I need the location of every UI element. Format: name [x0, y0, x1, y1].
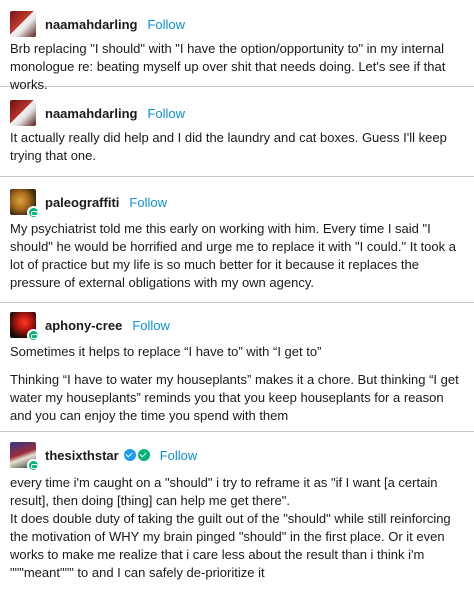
- blue-check-icon: [123, 449, 136, 461]
- username[interactable]: naamahdarling: [45, 17, 137, 32]
- post-header: naamahdarling Follow: [10, 99, 185, 127]
- creature-avatar[interactable]: [10, 189, 40, 219]
- post-body: Sometimes it helps to replace “I have to…: [10, 343, 466, 425]
- post-header: naamahdarling Follow: [10, 10, 185, 38]
- post-3: paleograffiti Follow My psychiatrist tol…: [0, 177, 474, 303]
- post-text: It actually really did help and I did th…: [10, 130, 447, 163]
- post-text: My psychiatrist told me this early on wo…: [10, 221, 456, 290]
- dog-avatar[interactable]: [10, 100, 36, 126]
- post-body: My psychiatrist told me this early on wo…: [10, 220, 466, 292]
- post-body: every time i'm caught on a "should" i tr…: [10, 474, 466, 582]
- reblog-badge-icon: [27, 459, 40, 472]
- follow-button[interactable]: Follow: [147, 106, 185, 121]
- character-avatar[interactable]: [10, 442, 40, 472]
- follow-button[interactable]: Follow: [160, 448, 198, 463]
- username[interactable]: naamahdarling: [45, 106, 137, 121]
- username[interactable]: aphony-cree: [45, 318, 122, 333]
- post-text: Brb replacing "I should" with "I have th…: [10, 41, 446, 92]
- post-text: Sometimes it helps to replace “I have to…: [10, 344, 322, 359]
- post-1: naamahdarling Follow Brb replacing "I sh…: [0, 0, 474, 92]
- post-header: thesixthstar Follow: [10, 441, 198, 472]
- green-check-icon: [137, 449, 150, 461]
- username[interactable]: thesixthstar: [45, 448, 119, 463]
- post-text: every time i'm caught on a "should" i tr…: [10, 475, 438, 508]
- post-4: aphony-cree Follow Sometimes it helps to…: [0, 303, 474, 432]
- post-2: naamahdarling Follow It actually really …: [0, 87, 474, 177]
- post-5: thesixthstar Follow every time i'm caugh…: [0, 432, 474, 596]
- post-text: It does double duty of taking the guilt …: [10, 511, 451, 580]
- post-body: Brb replacing "I should" with "I have th…: [10, 40, 466, 94]
- follow-button[interactable]: Follow: [129, 195, 167, 210]
- post-text: Thinking “I have to water my houseplants…: [10, 372, 459, 423]
- reblog-badge-icon: [27, 329, 40, 342]
- reblog-badge-icon: [27, 206, 40, 219]
- username[interactable]: paleograffiti: [45, 195, 119, 210]
- post-body: It actually really did help and I did th…: [10, 129, 466, 165]
- post-header: aphony-cree Follow: [10, 311, 170, 342]
- dog-avatar[interactable]: [10, 11, 36, 37]
- fire-avatar[interactable]: [10, 312, 40, 342]
- post-header: paleograffiti Follow: [10, 188, 167, 219]
- follow-button[interactable]: Follow: [132, 318, 170, 333]
- follow-button[interactable]: Follow: [147, 17, 185, 32]
